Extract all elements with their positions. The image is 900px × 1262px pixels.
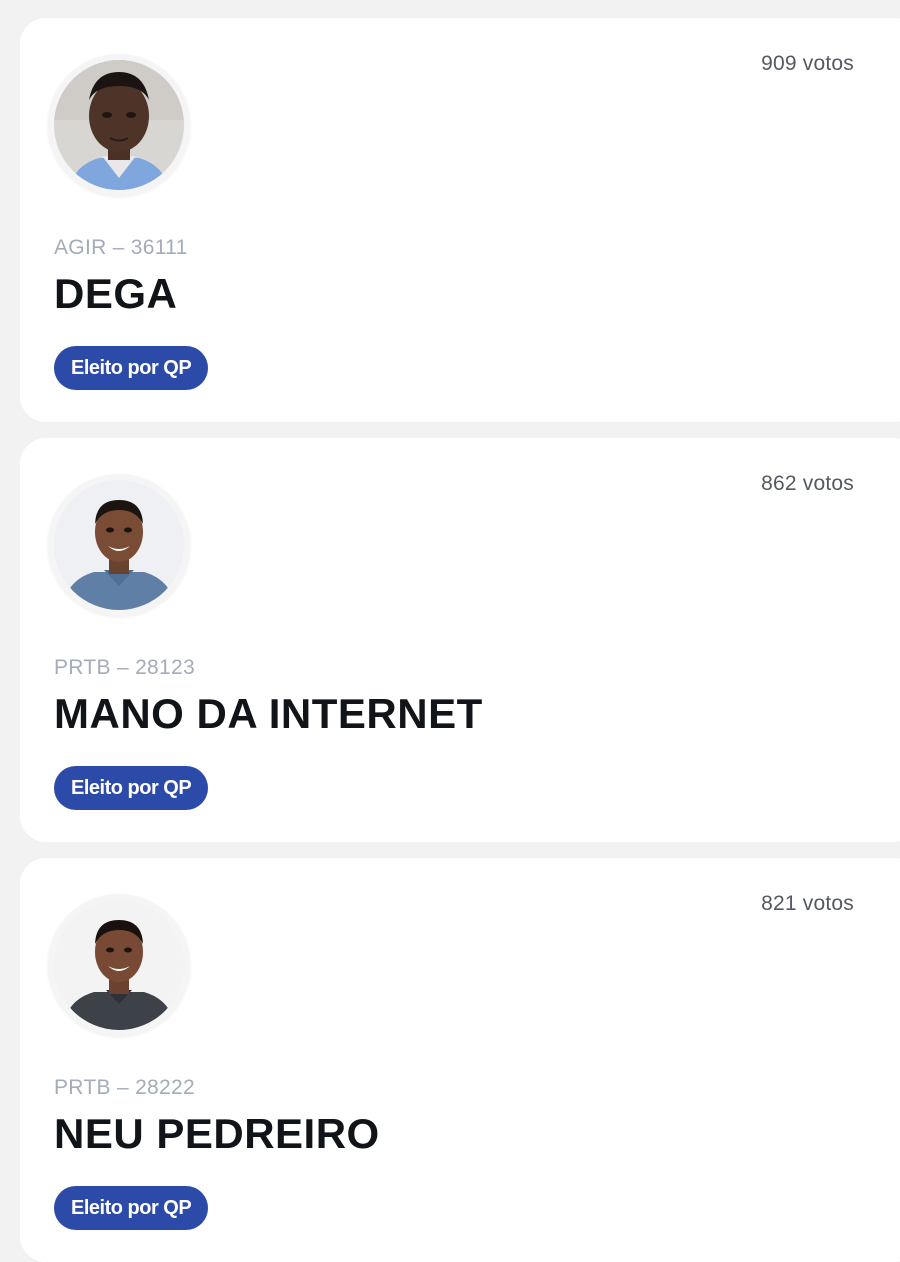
status-badge: Eleito por QP: [54, 1186, 209, 1230]
candidate-name: DEGA: [54, 270, 178, 317]
vote-count: 862 votos: [761, 472, 854, 495]
candidate-photo-icon: [54, 480, 184, 610]
candidate-card[interactable]: 821 votos PRTB – 28222 NEU PEDREIRO Elei…: [20, 858, 900, 1262]
party-number: PRTB – 28123: [54, 656, 195, 679]
candidate-name: NEU PEDREIRO: [54, 1110, 380, 1157]
candidate-card[interactable]: 909 votos AGIR – 36111 DEGA Eleito por Q…: [20, 18, 900, 422]
candidate-avatar: [48, 54, 190, 196]
vote-count: 909 votos: [761, 52, 854, 75]
status-badge: Eleito por QP: [54, 766, 209, 810]
candidate-avatar: [48, 894, 190, 1036]
party-number: PRTB – 28222: [54, 1076, 195, 1099]
candidate-name: MANO DA INTERNET: [54, 690, 483, 737]
candidate-photo-icon: [54, 60, 184, 190]
candidate-avatar: [48, 474, 190, 616]
candidate-card[interactable]: 862 votos PRTB – 28123 MANO DA INTERNET …: [20, 438, 900, 842]
status-badge: Eleito por QP: [54, 346, 209, 390]
party-number: AGIR – 36111: [54, 236, 188, 259]
candidate-photo-icon: [54, 900, 184, 1030]
vote-count: 821 votos: [761, 892, 854, 915]
